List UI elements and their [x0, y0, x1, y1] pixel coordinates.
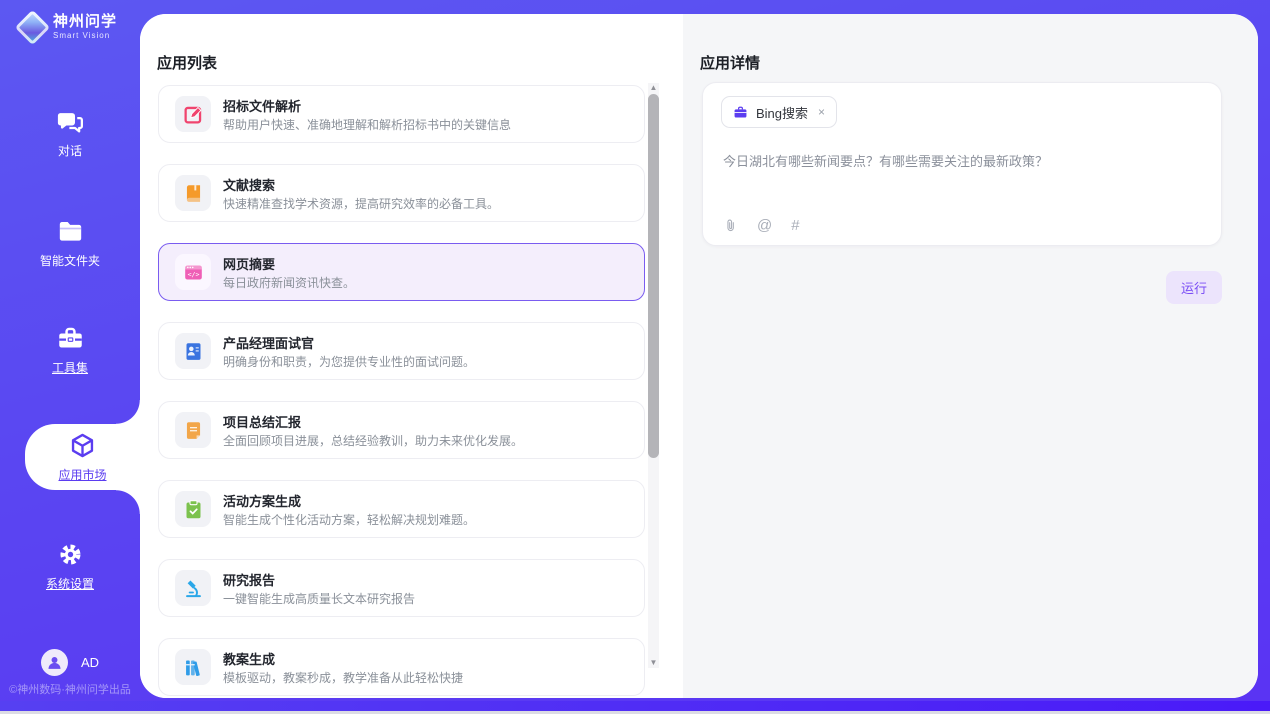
svg-text:</>: </> [187, 270, 199, 278]
at-sign-icon[interactable]: @ [757, 218, 772, 233]
app-card-desc: 每日政府新闻资讯快查。 [223, 274, 355, 291]
app-card-title: 文献搜索 [223, 175, 275, 194]
app-card-desc: 一键智能生成高质量长文本研究报告 [223, 590, 415, 607]
clipboard-check-icon [175, 491, 211, 527]
web-code-icon: </> [175, 254, 211, 290]
app-card[interactable]: 产品经理面试官 明确身份和职责，为您提供专业性的面试问题。 [158, 322, 645, 380]
app-card[interactable]: </> 网页摘要 每日政府新闻资讯快查。 [158, 243, 645, 301]
gear-icon [57, 541, 84, 568]
prompt-input-card[interactable]: Bing搜索 × 今日湖北有哪些新闻要点？有哪些需要关注的最新政策？ @ # [702, 82, 1222, 246]
memo-icon [175, 412, 211, 448]
app-card[interactable]: 招标文件解析 帮助用户快速、准确地理解和解析招标书中的关键信息 [158, 85, 645, 143]
attachment-toolbar: @ # [723, 218, 800, 233]
query-text[interactable]: 今日湖北有哪些新闻要点？有哪些需要关注的最新政策？ [723, 151, 1201, 170]
book-icon [175, 175, 211, 211]
sidebar-item-chat[interactable]: 对话 [0, 108, 140, 159]
brand-name: 神州问学 [53, 14, 117, 29]
user-name: AD [81, 655, 99, 670]
app-card-desc: 快速精准查找学术资源，提高研究效率的必备工具。 [223, 195, 499, 212]
run-button[interactable]: 运行 [1166, 271, 1222, 304]
paperclip-icon[interactable] [723, 218, 738, 233]
microscope-icon [175, 570, 211, 606]
app-card-desc: 全面回顾项目进展，总结经验教训，助力未来优化发展。 [223, 432, 523, 449]
app-detail-title: 应用详情 [700, 52, 760, 73]
user-account[interactable]: AD [0, 649, 140, 676]
sidebar-item-folders[interactable]: 智能文件夹 [0, 218, 140, 269]
app-card[interactable]: 教案生成 模板驱动，教案秒成，教学准备从此轻松快捷 [158, 638, 645, 696]
app-card-title: 教案生成 [223, 649, 275, 668]
app-card-title: 研究报告 [223, 570, 275, 589]
tool-chip-bing-search[interactable]: Bing搜索 × [721, 96, 837, 128]
copyright-text: ©神州数码·神州问学出品 [0, 681, 140, 697]
app-list-title: 应用列表 [157, 52, 217, 73]
avatar [41, 649, 68, 676]
app-card[interactable]: 研究报告 一键智能生成高质量长文本研究报告 [158, 559, 645, 617]
app-detail-panel: 应用详情 Bing搜索 × 今日湖北有哪些新闻要点？有哪些需要关注的最新政策？ [683, 14, 1258, 698]
interviewer-icon [175, 333, 211, 369]
list-scrollbar[interactable]: ▲ ▼ [648, 83, 659, 668]
cube-icon [69, 432, 96, 459]
chat-icon [57, 108, 84, 135]
app-card-title: 活动方案生成 [223, 491, 301, 510]
app-card-title: 项目总结汇报 [223, 412, 301, 431]
app-card[interactable]: 项目总结汇报 全面回顾项目进展，总结经验教训，助力未来优化发展。 [158, 401, 645, 459]
edit-doc-icon [175, 96, 211, 132]
scroll-up-icon[interactable]: ▲ [648, 83, 659, 93]
app-card[interactable]: 文献搜索 快速精准查找学术资源，提高研究效率的必备工具。 [158, 164, 645, 222]
toolbox-icon [57, 325, 84, 352]
app-card-title: 网页摘要 [223, 254, 275, 273]
close-icon[interactable]: × [818, 105, 825, 119]
books-icon [175, 649, 211, 685]
sidebar-item-settings[interactable]: 系统设置 [0, 541, 140, 592]
app-card-title: 产品经理面试官 [223, 333, 314, 352]
sidebar-item-market[interactable]: 应用市场 [25, 424, 140, 490]
sidebar-item-tools[interactable]: 工具集 [0, 325, 140, 376]
bottom-band [0, 701, 1270, 711]
app-card-list: 招标文件解析 帮助用户快速、准确地理解和解析招标书中的关键信息 文献搜索 快速精… [158, 85, 645, 698]
main-content: 应用列表 招标文件解析 帮助用户快速、准确地理解和解析招标书中的关键信息 文献搜… [140, 14, 1258, 698]
scroll-down-icon[interactable]: ▼ [648, 658, 659, 668]
app-card-desc: 帮助用户快速、准确地理解和解析招标书中的关键信息 [223, 116, 511, 133]
brand-logo: 神州问学 Smart Vision [20, 14, 117, 40]
hash-icon[interactable]: # [791, 218, 799, 233]
scrollbar-thumb[interactable] [648, 94, 659, 458]
tool-chip-label: Bing搜索 [756, 103, 808, 122]
folder-icon [57, 218, 84, 245]
brand-slogan: Smart Vision [53, 32, 117, 40]
app-card-desc: 智能生成个性化活动方案，轻松解决规划难题。 [223, 511, 475, 528]
app-card-desc: 模板驱动，教案秒成，教学准备从此轻松快捷 [223, 669, 463, 686]
brand-diamond-icon [15, 9, 50, 44]
briefcase-icon [733, 105, 748, 120]
app-card-desc: 明确身份和职责，为您提供专业性的面试问题。 [223, 353, 475, 370]
sidebar: 神州问学 Smart Vision 对话 智能文件夹 工具集 应用市场 系统设置… [0, 0, 140, 714]
app-card[interactable]: 活动方案生成 智能生成个性化活动方案，轻松解决规划难题。 [158, 480, 645, 538]
app-card-title: 招标文件解析 [223, 96, 301, 115]
app-list-panel: 应用列表 招标文件解析 帮助用户快速、准确地理解和解析招标书中的关键信息 文献搜… [140, 14, 683, 698]
